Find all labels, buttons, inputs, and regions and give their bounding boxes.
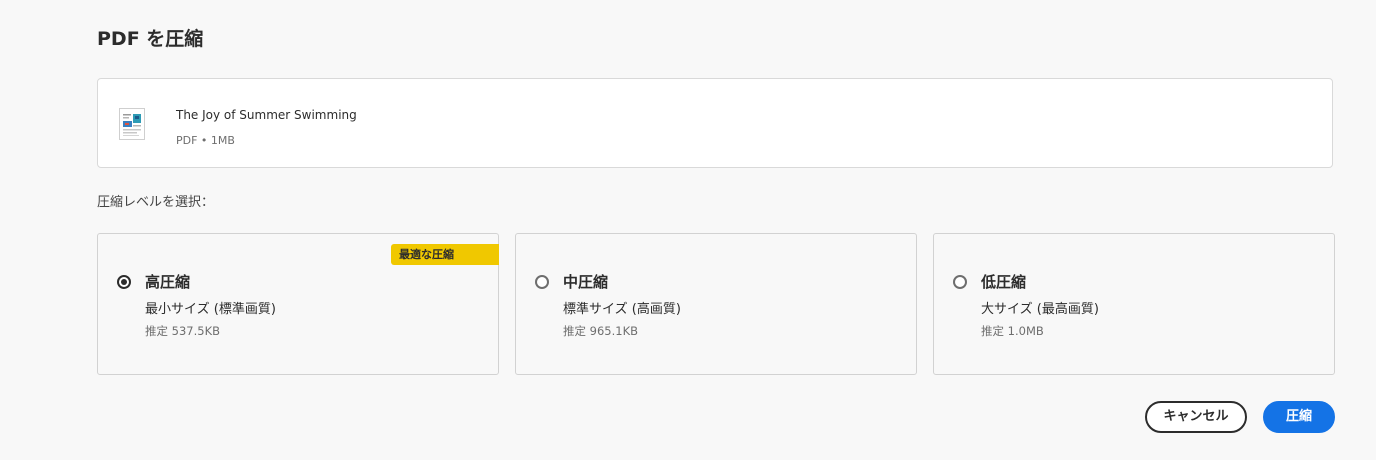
- option-title: 低圧縮: [981, 273, 1027, 291]
- option-subtitle: 最小サイズ (標準画質): [145, 302, 276, 317]
- option-medium-compression[interactable]: 中圧縮 標準サイズ (高画質) 推定 965.1KB: [515, 233, 917, 375]
- page-title: PDF を圧縮: [97, 28, 204, 50]
- pdf-thumbnail-icon: [119, 108, 145, 140]
- option-title: 高圧縮: [145, 273, 191, 291]
- compress-button[interactable]: 圧縮: [1263, 401, 1335, 433]
- recommended-badge: 最適な圧縮: [391, 244, 499, 265]
- option-estimate: 推定 965.1KB: [563, 324, 639, 338]
- file-meta: PDF • 1MB: [176, 134, 235, 147]
- option-estimate: 推定 1.0MB: [981, 324, 1044, 338]
- radio-low-compression[interactable]: [953, 275, 967, 289]
- option-subtitle: 標準サイズ (高画質): [563, 302, 681, 317]
- option-low-compression[interactable]: 低圧縮 大サイズ (最高画質) 推定 1.0MB: [933, 233, 1335, 375]
- file-card: The Joy of Summer Swimming PDF • 1MB: [97, 78, 1333, 168]
- radio-medium-compression[interactable]: [535, 275, 549, 289]
- compression-level-label: 圧縮レベルを選択：: [97, 195, 215, 210]
- option-estimate: 推定 537.5KB: [145, 324, 221, 338]
- file-name: The Joy of Summer Swimming: [176, 108, 357, 122]
- cancel-button[interactable]: キャンセル: [1145, 401, 1247, 433]
- option-subtitle: 大サイズ (最高画質): [981, 302, 1099, 317]
- option-high-compression[interactable]: 最適な圧縮 高圧縮 最小サイズ (標準画質) 推定 537.5KB: [97, 233, 499, 375]
- option-title: 中圧縮: [563, 273, 609, 291]
- radio-high-compression[interactable]: [117, 275, 131, 289]
